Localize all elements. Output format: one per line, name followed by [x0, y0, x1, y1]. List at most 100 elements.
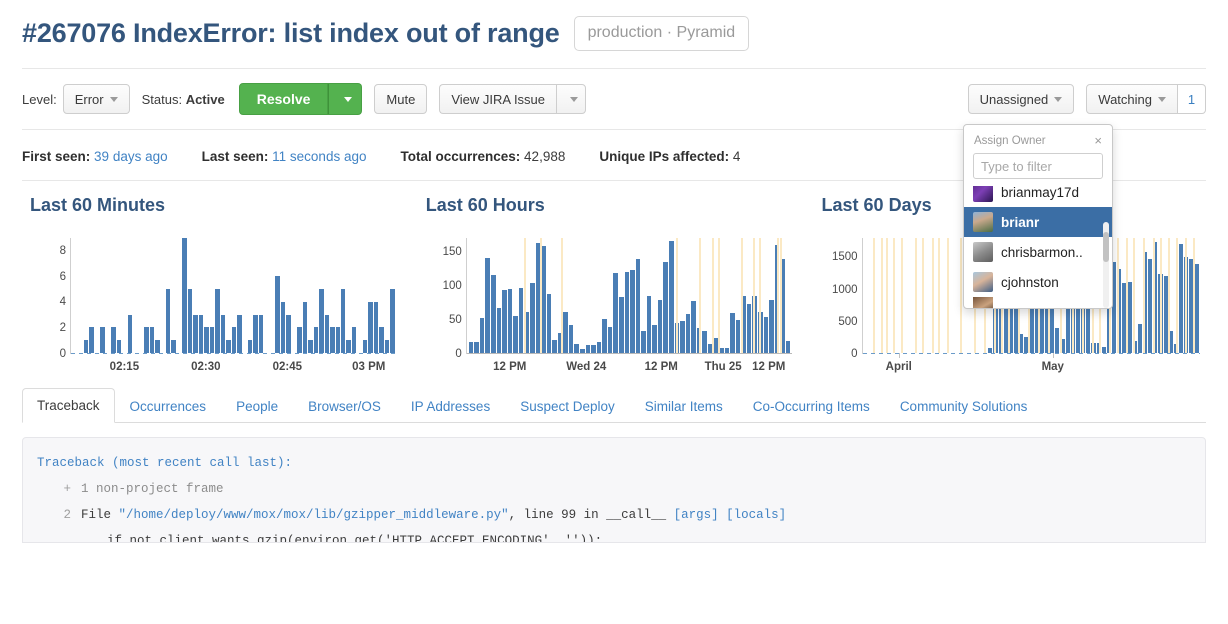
bar: [237, 315, 241, 353]
y-tick-label: 0: [455, 348, 461, 360]
level-value: Error: [75, 92, 104, 107]
bar: [591, 345, 596, 353]
assign-filter-input[interactable]: [973, 153, 1103, 179]
args-link[interactable]: [args]: [674, 508, 719, 522]
bar: [602, 319, 607, 353]
bar: [1055, 328, 1059, 353]
avatar: [973, 212, 993, 232]
mute-button[interactable]: Mute: [374, 84, 427, 114]
bar: [658, 300, 663, 353]
y-axis-labels: 050010001500: [814, 238, 858, 354]
bar: [485, 258, 490, 353]
level-label: Level:: [22, 92, 57, 107]
level-dropdown-button[interactable]: Error: [63, 84, 130, 114]
x-axis-labels: 02:1502:3002:4503 PM: [70, 358, 396, 378]
bar: [275, 276, 279, 353]
deploy-marker: [922, 238, 924, 353]
deploy-marker: [901, 238, 903, 353]
resolve-dropdown-button[interactable]: [328, 83, 362, 115]
close-icon[interactable]: ×: [1094, 134, 1102, 147]
x-axis-baseline: [863, 353, 1200, 354]
x-tick-mark: [899, 353, 900, 358]
deploy-marker: [881, 238, 883, 353]
dropdown-scrollbar-thumb[interactable]: [1103, 232, 1109, 262]
y-tick-label: 0: [851, 348, 857, 360]
deploy-marker: [1126, 238, 1128, 353]
bar: [314, 327, 318, 353]
bar: [547, 294, 552, 353]
first-seen-label: First seen:: [22, 149, 90, 164]
bar: [325, 315, 329, 353]
assignee-dropdown-button[interactable]: Unassigned: [968, 84, 1075, 114]
resolve-button[interactable]: Resolve: [239, 83, 329, 115]
deploy-marker: [699, 238, 701, 353]
tab-similar-items[interactable]: Similar Items: [630, 389, 738, 423]
deploy-marker: [873, 238, 875, 353]
tab-co-occurring-items[interactable]: Co-Occurring Items: [738, 389, 885, 423]
assign-owner-list[interactable]: brianmay17d brianr chrisbarmon.. cjohnst…: [964, 186, 1112, 308]
bar: [204, 327, 208, 353]
x-tick-label: 02:15: [110, 361, 139, 373]
total-occurrences-value: 42,988: [524, 149, 565, 164]
bar: [232, 327, 236, 353]
deploy-marker: [1185, 238, 1187, 353]
y-tick-label: 100: [443, 280, 462, 292]
list-item[interactable]: brianr: [964, 207, 1112, 237]
first-seen-value[interactable]: 39 days ago: [94, 149, 168, 164]
status-label-text: Status:: [142, 92, 182, 107]
tab-browser-os[interactable]: Browser/OS: [293, 389, 396, 423]
bar: [1179, 244, 1183, 353]
watching-button[interactable]: Watching: [1086, 84, 1178, 114]
tab-traceback[interactable]: Traceback: [22, 388, 115, 423]
y-axis-labels: 050100150: [418, 238, 462, 354]
bar: [764, 317, 769, 353]
x-tick-label: 03 PM: [352, 361, 385, 373]
list-item[interactable]: [964, 297, 1112, 308]
tab-suspect-deploy[interactable]: Suspect Deploy: [505, 389, 630, 423]
bar: [84, 340, 88, 353]
bar: [474, 342, 479, 354]
bar: [286, 315, 290, 353]
frame-toggle-icon[interactable]: +: [37, 476, 71, 502]
plot: [466, 238, 792, 354]
assign-owner-header: Assign Owner ×: [964, 132, 1112, 153]
x-axis-labels: 12 PMWed 2412 PMThu 2512 PM: [466, 358, 792, 378]
y-tick-label: 6: [60, 271, 66, 283]
bar: [368, 302, 372, 353]
tab-occurrences[interactable]: Occurrences: [115, 389, 222, 423]
locals-link[interactable]: [locals]: [726, 508, 786, 522]
bar: [379, 327, 383, 353]
avatar: [973, 242, 993, 262]
assign-owner-dropdown[interactable]: Assign Owner × brianmay17d brianr chrisb…: [963, 124, 1113, 309]
deploy-marker: [1160, 238, 1162, 353]
bar: [586, 345, 591, 353]
bar: [641, 331, 646, 353]
list-item[interactable]: chrisbarmon..: [964, 237, 1112, 267]
list-item[interactable]: cjohnston: [964, 267, 1112, 297]
bar: [144, 327, 148, 353]
last-seen-value[interactable]: 11 seconds ago: [272, 149, 366, 164]
tab-community-solutions[interactable]: Community Solutions: [885, 389, 1043, 423]
bar: [613, 273, 618, 354]
tab-ip-addresses[interactable]: IP Addresses: [396, 389, 505, 423]
jira-dropdown-button[interactable]: [556, 84, 586, 114]
environment-badge: production · Pyramid: [574, 16, 750, 51]
bar: [569, 325, 574, 353]
bar: [281, 302, 285, 353]
bar: [491, 275, 496, 353]
tab-people[interactable]: People: [221, 389, 293, 423]
view-jira-issue-button[interactable]: View JIRA Issue: [439, 84, 556, 114]
bar: [513, 316, 518, 353]
file-prefix: File: [81, 508, 119, 522]
page-title: #267076 IndexError: list index out of ra…: [22, 18, 560, 49]
assignee-label: Unassigned: [980, 92, 1049, 107]
bar: [259, 315, 263, 353]
traceback-collapsed-frame[interactable]: +1 non-project frame: [37, 476, 1191, 502]
code-text: if not client_wants_gzip(environ.get('HT…: [81, 534, 602, 543]
bar: [552, 340, 557, 353]
bar: [117, 340, 121, 353]
bar: [199, 315, 203, 353]
list-item[interactable]: brianmay17d: [964, 186, 1112, 207]
chart-last-60-hours: Last 60 Hours 050100150 12 PMWed 2412 PM…: [410, 189, 806, 378]
jira-split-button: View JIRA Issue: [439, 84, 586, 114]
